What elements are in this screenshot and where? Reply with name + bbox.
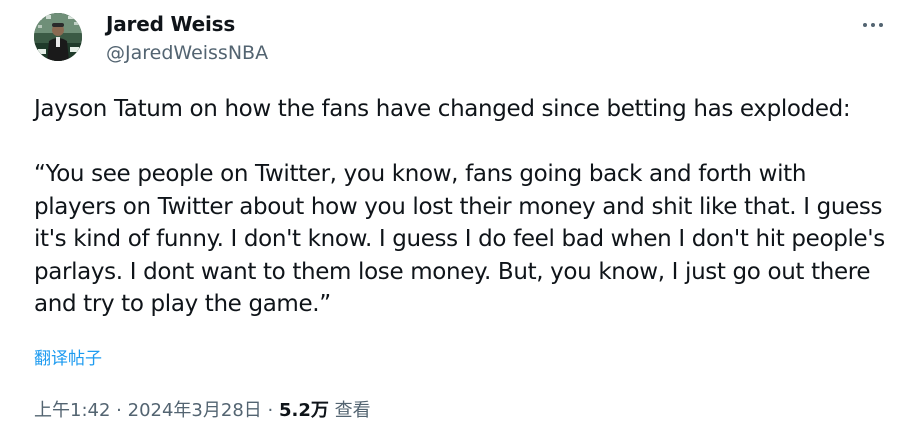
author-info: Jared Weiss @JaredWeissNBA xyxy=(106,10,268,67)
profile-photo-icon xyxy=(34,13,82,61)
tweet-text: Jayson Tatum on how the fans have change… xyxy=(34,93,894,321)
translate-post-link[interactable]: 翻译帖子 xyxy=(34,347,102,371)
more-horizontal-icon xyxy=(861,23,885,27)
post-date[interactable]: 2024年3月28日 xyxy=(128,400,262,421)
author-display-name[interactable]: Jared Weiss xyxy=(106,10,268,38)
meta-separator: · xyxy=(116,400,122,421)
tweet-metadata: 上午1:42 · 2024年3月28日 · 5.2万 查看 xyxy=(34,398,371,424)
avatar[interactable] xyxy=(34,13,82,61)
views-label: 查看 xyxy=(334,400,371,421)
author-handle[interactable]: @JaredWeissNBA xyxy=(106,39,268,67)
tweet-card: Jared Weiss @JaredWeissNBA Jayson Tatum … xyxy=(0,0,913,442)
more-options-button[interactable] xyxy=(856,14,890,36)
meta-separator: · xyxy=(267,400,274,421)
views-count: 5.2万 xyxy=(279,400,329,421)
tweet-paragraph-intro: Jayson Tatum on how the fans have change… xyxy=(34,96,851,122)
tweet-paragraph-quote: “You see people on Twitter, you know, fa… xyxy=(34,161,885,317)
post-time[interactable]: 上午1:42 xyxy=(34,400,110,421)
